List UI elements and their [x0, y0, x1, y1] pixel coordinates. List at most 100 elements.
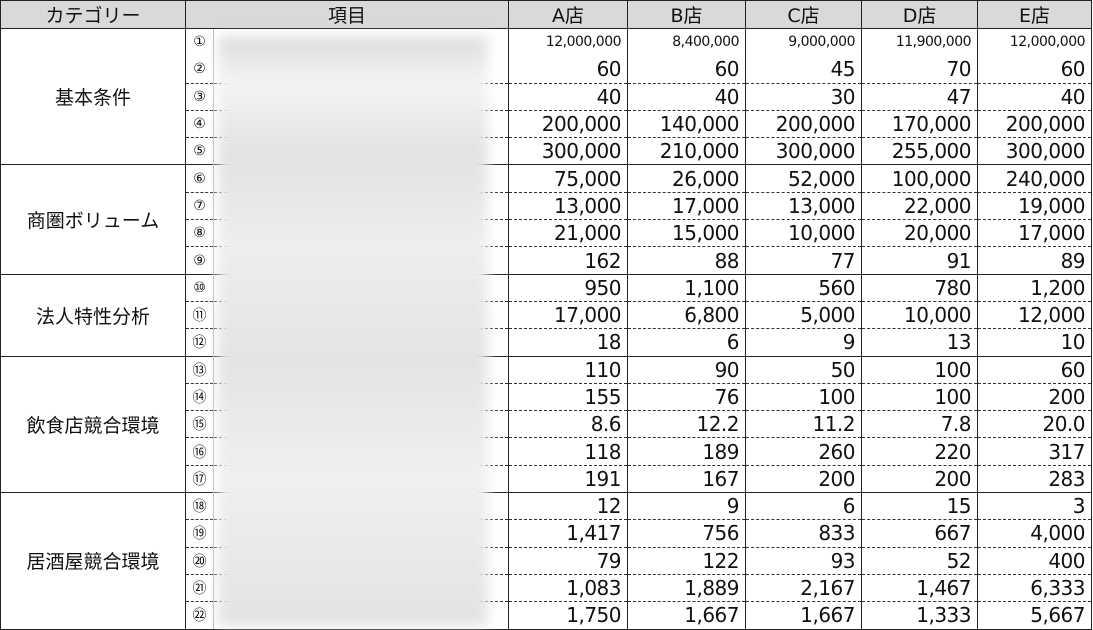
value-cell: 1,750 — [508, 601, 629, 630]
value-cell: 1,100 — [627, 273, 747, 302]
redacted-item-labels — [218, 36, 488, 626]
value-cell: 122 — [627, 546, 747, 575]
value-cell: 91 — [861, 246, 979, 275]
value-cell: 17,000 — [627, 191, 747, 220]
category-cell: 基本条件 — [0, 27, 186, 166]
value-cell: 19,000 — [977, 191, 1093, 220]
value-cell: 300,000 — [745, 137, 863, 165]
value-cell: 60 — [977, 55, 1093, 84]
value-cell: 100 — [745, 382, 863, 411]
row-number: ⑭ — [185, 382, 214, 411]
value-cell: 50 — [745, 355, 863, 384]
value-cell: 10,000 — [861, 300, 979, 329]
value-cell: 6,800 — [627, 300, 747, 329]
value-cell: 12,000,000 — [508, 27, 629, 56]
value-cell: 10,000 — [745, 219, 863, 247]
value-cell: 255,000 — [861, 137, 979, 165]
value-cell: 240,000 — [977, 164, 1093, 193]
value-cell: 93 — [745, 546, 863, 575]
category-cell: 居酒屋競合環境 — [0, 492, 186, 630]
row-number: ⑰ — [185, 464, 214, 493]
row-number: ⑪ — [185, 300, 214, 329]
value-cell: 1,889 — [627, 573, 747, 602]
value-cell: 22,000 — [861, 191, 979, 220]
value-cell: 9 — [627, 492, 747, 520]
value-cell: 191 — [508, 464, 629, 493]
table-row: 法人特性分析 ⑩ 950 1,100 560 780 1,200 — [0, 273, 1093, 357]
value-cell: 90 — [627, 355, 747, 384]
category-cell: 商圏ボリューム — [0, 164, 186, 275]
value-cell: 118 — [508, 437, 629, 466]
value-cell: 189 — [627, 437, 747, 466]
value-cell: 170,000 — [861, 109, 979, 138]
header-row: カテゴリー 項目 A店 B店 C店 D店 E店 — [0, 0, 1093, 29]
value-cell: 167 — [627, 464, 747, 493]
value-cell: 210,000 — [627, 137, 747, 165]
value-cell: 11.2 — [745, 410, 863, 438]
row-number: ⑯ — [185, 437, 214, 466]
row-number: ② — [185, 55, 214, 84]
value-cell: 7.8 — [861, 410, 979, 438]
value-cell: 18 — [508, 328, 629, 357]
value-cell: 950 — [508, 273, 629, 302]
value-cell: 200 — [745, 464, 863, 493]
value-cell: 52,000 — [745, 164, 863, 193]
value-cell: 667 — [861, 519, 979, 548]
value-cell: 200,000 — [745, 109, 863, 138]
value-cell: 1,667 — [627, 601, 747, 630]
value-cell: 12,000 — [977, 300, 1093, 329]
value-cell: 76 — [627, 382, 747, 411]
value-cell: 1,333 — [861, 601, 979, 630]
value-cell: 70 — [861, 55, 979, 84]
value-cell: 15 — [861, 492, 979, 520]
category-cell: 法人特性分析 — [0, 273, 186, 357]
category-cell: 飲食店競合環境 — [0, 355, 186, 494]
row-number: ⑤ — [185, 137, 214, 165]
value-cell: 5,667 — [977, 601, 1093, 630]
value-cell: 140,000 — [627, 109, 747, 138]
comparison-table: カテゴリー 項目 A店 B店 C店 D店 E店 基本条件 ① 12,000,000 8… — [0, 0, 1093, 630]
row-number: ⑮ — [185, 410, 214, 438]
value-cell: 220 — [861, 437, 979, 466]
value-cell: 30 — [745, 82, 863, 111]
value-cell: 100,000 — [861, 164, 979, 193]
value-cell: 6 — [627, 328, 747, 357]
value-cell: 60 — [508, 55, 629, 84]
value-cell: 200,000 — [508, 109, 629, 138]
value-cell: 40 — [508, 82, 629, 111]
header-category: カテゴリー — [0, 0, 186, 29]
row-number: ③ — [185, 82, 214, 111]
header-store-c: C店 — [745, 0, 863, 29]
value-cell: 317 — [977, 437, 1093, 466]
value-cell: 300,000 — [977, 137, 1093, 165]
value-cell: 2,167 — [745, 573, 863, 602]
value-cell: 47 — [861, 82, 979, 111]
value-cell: 100 — [861, 382, 979, 411]
value-cell: 88 — [627, 246, 747, 275]
value-cell: 13 — [861, 328, 979, 357]
row-number: ④ — [185, 109, 214, 138]
value-cell: 17,000 — [977, 219, 1093, 247]
value-cell: 20,000 — [861, 219, 979, 247]
row-number: ⑧ — [185, 219, 214, 247]
value-cell: 8.6 — [508, 410, 629, 438]
value-cell: 13,000 — [745, 191, 863, 220]
value-cell: 110 — [508, 355, 629, 384]
value-cell: 200 — [861, 464, 979, 493]
row-number: ⑬ — [185, 355, 214, 384]
value-cell: 100 — [861, 355, 979, 384]
value-cell: 13,000 — [508, 191, 629, 220]
row-number: ⑦ — [185, 191, 214, 220]
row-number: ⑱ — [185, 492, 214, 520]
value-cell: 11,900,000 — [861, 27, 979, 56]
value-cell: 9 — [745, 328, 863, 357]
header-store-b: B店 — [627, 0, 747, 29]
table-row: 飲食店競合環境 ⑬ 110 90 50 100 60 — [0, 355, 1093, 494]
row-number: ⑩ — [185, 273, 214, 302]
value-cell: 10 — [977, 328, 1093, 357]
value-cell: 26,000 — [627, 164, 747, 193]
header-store-e: E店 — [977, 0, 1093, 29]
value-cell: 200,000 — [977, 109, 1093, 138]
value-cell: 79 — [508, 546, 629, 575]
value-cell: 20.0 — [977, 410, 1093, 438]
